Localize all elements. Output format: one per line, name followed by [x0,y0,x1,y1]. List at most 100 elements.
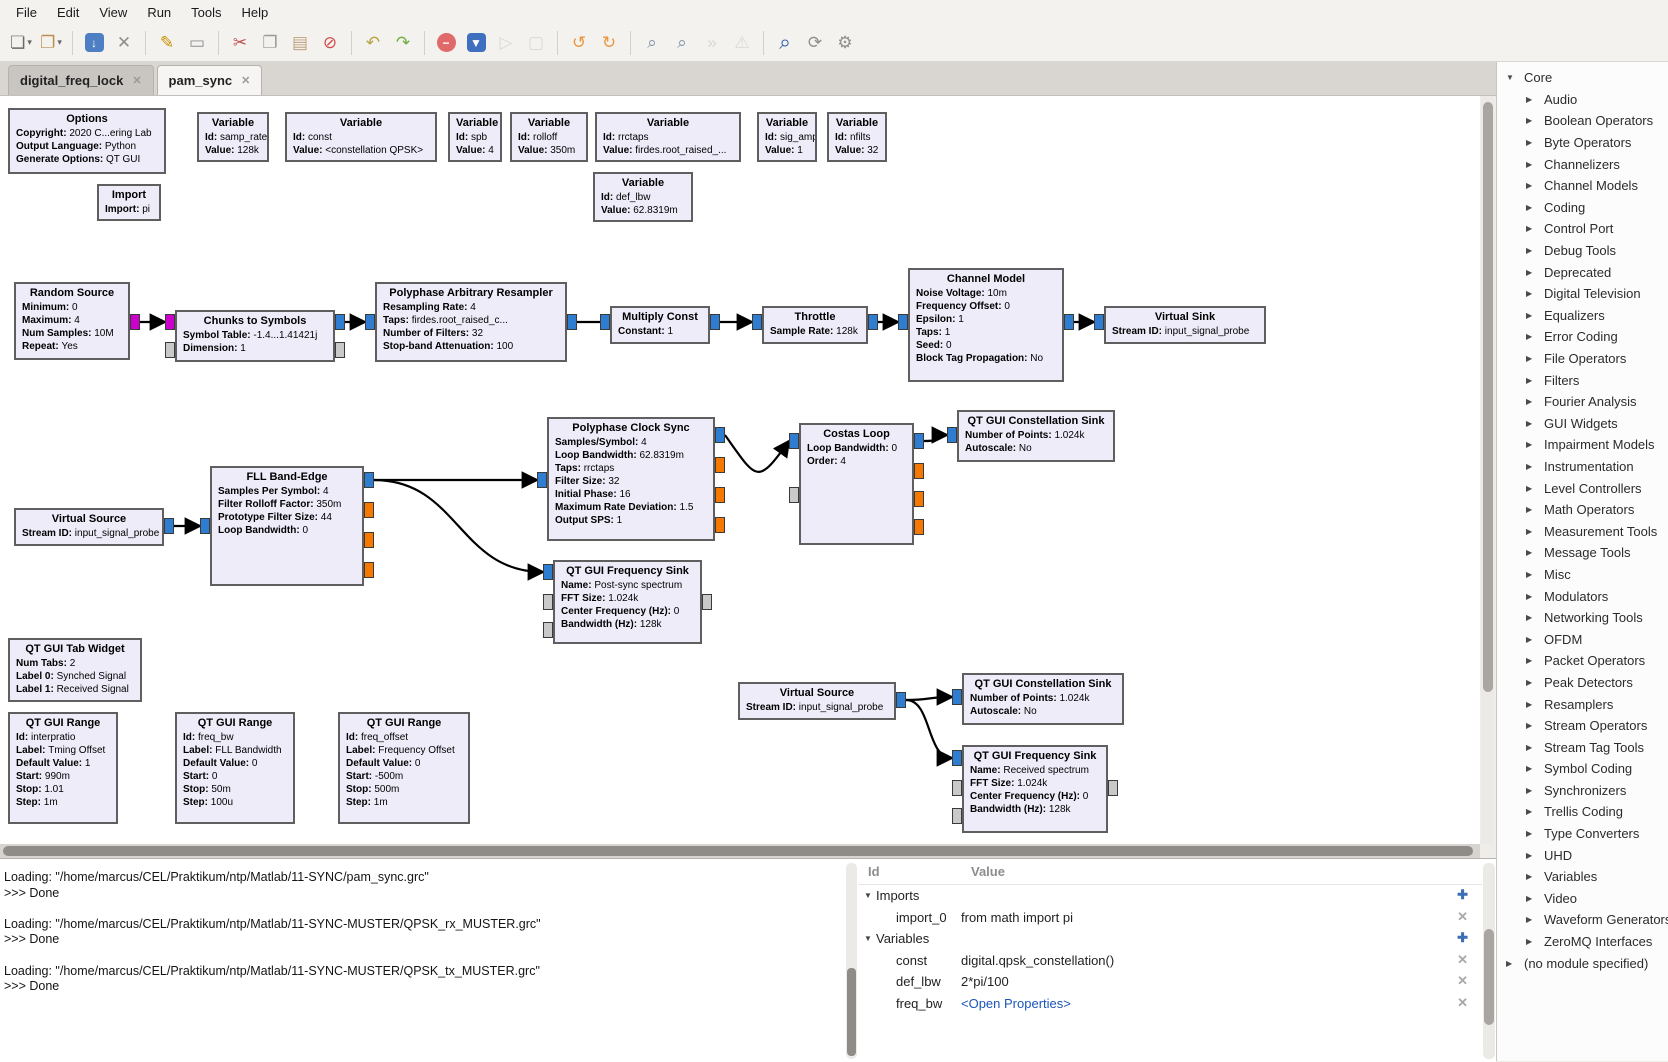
chevron-right-icon[interactable]: ▶ [1526,786,1535,795]
copy-button[interactable]: ❐ [255,28,285,58]
chevron-right-icon[interactable]: ▶ [1526,332,1535,341]
rotate-ccw-button[interactable]: ↺ [564,28,594,58]
screen-capture-button[interactable]: ▭ [182,28,212,58]
add-icon[interactable]: ✚ [1457,930,1468,946]
block-channel_model[interactable]: Channel ModelNoise Voltage: 10mFrequency… [908,268,1064,382]
remove-icon[interactable]: ✕ [1457,909,1468,925]
undo-button[interactable]: ↶ [358,28,388,58]
port-msg[interactable] [543,594,553,610]
tree-item-impairment-models[interactable]: ▶Impairment Models [1497,434,1668,456]
block-qt_const_sink_2[interactable]: QT GUI Constellation SinkNumber of Point… [962,673,1124,725]
remove-icon[interactable]: ✕ [1457,952,1468,968]
tree-item-networking-tools[interactable]: ▶Networking Tools [1497,607,1668,629]
tree-item-type-converters[interactable]: ▶Type Converters [1497,823,1668,845]
tree-item-debug-tools[interactable]: ▶Debug Tools [1497,240,1668,262]
tree-item-error-coding[interactable]: ▶Error Coding [1497,326,1668,348]
edit-notes-button[interactable]: ✎ [152,28,182,58]
variable-row-def_lbw[interactable]: def_lbw2*pi/100✕ [858,971,1482,993]
chevron-right-icon[interactable]: ▶ [1526,462,1535,471]
chevron-right-icon[interactable]: ▶ [1526,268,1535,277]
chevron-right-icon[interactable]: ▶ [1526,548,1535,557]
port-complex[interactable] [537,472,547,488]
port-msg[interactable] [165,342,175,358]
canvas-vertical-scrollbar[interactable] [1481,96,1494,844]
chevron-right-icon[interactable]: ▶ [1526,95,1535,104]
tree-item-zeromq-interfaces[interactable]: ▶ZeroMQ Interfaces [1497,931,1668,953]
port-complex[interactable] [710,314,720,330]
chevron-right-icon[interactable]: ▶ [1526,376,1535,385]
port-complex[interactable] [896,692,906,708]
tab-pam_sync[interactable]: pam_sync✕ [157,65,263,95]
delete-button[interactable]: ⊘ [315,28,345,58]
chevron-right-icon[interactable]: ▶ [1526,397,1535,406]
port-msg[interactable] [1108,780,1118,796]
chevron-down-icon[interactable]: ▼ [864,934,876,943]
tree-item-peak-detectors[interactable]: ▶Peak Detectors [1497,672,1668,694]
view-errors-button[interactable]: − [431,28,461,58]
chevron-down-icon[interactable]: ▼ [1506,73,1515,82]
tab-close-icon[interactable]: ✕ [241,74,250,87]
tree-item-boolean-operators[interactable]: ▶Boolean Operators [1497,110,1668,132]
port-float[interactable] [364,562,374,578]
tree-item-digital-television[interactable]: ▶Digital Television [1497,283,1668,305]
block-var_sig_amp[interactable]: VariableId: sig_ampValue: 1 [757,112,817,162]
chevron-right-icon[interactable]: ▶ [1526,894,1535,903]
chevron-right-icon[interactable]: ▶ [1526,311,1535,320]
block-range_freq_offset[interactable]: QT GUI RangeId: freq_offsetLabel: Freque… [338,712,470,824]
chevron-right-icon[interactable]: ▶ [1526,915,1535,924]
chevron-right-icon[interactable]: ▶ [1526,851,1535,860]
remove-icon[interactable]: ✕ [1457,995,1468,1011]
port-float[interactable] [914,491,924,507]
chevron-right-icon[interactable]: ▶ [1526,224,1535,233]
variable-value[interactable]: <Open Properties> [961,996,1071,1011]
tree-item-variables[interactable]: ▶Variables [1497,866,1668,888]
port-msg[interactable] [335,342,345,358]
menu-help[interactable]: Help [232,3,279,22]
wire[interactable] [906,700,952,758]
port-msg[interactable] [543,622,553,638]
chevron-right-icon[interactable]: ▶ [1526,484,1535,493]
tree-item-no-module-specified[interactable]: ▶ (no module specified) [1497,952,1668,974]
tree-item-equalizers[interactable]: ▶Equalizers [1497,305,1668,327]
port-byte[interactable] [165,314,175,330]
tree-item-packet-operators[interactable]: ▶Packet Operators [1497,650,1668,672]
tree-item-coding[interactable]: ▶Coding [1497,197,1668,219]
tree-item-video[interactable]: ▶Video [1497,888,1668,910]
tree-item-resamplers[interactable]: ▶Resamplers [1497,693,1668,715]
port-byte[interactable] [130,314,140,330]
chevron-right-icon[interactable]: ▶ [1526,807,1535,816]
chevron-right-icon[interactable]: ▶ [1526,289,1535,298]
tree-item-deprecated[interactable]: ▶Deprecated [1497,261,1668,283]
chevron-right-icon[interactable]: ▶ [1526,527,1535,536]
menu-view[interactable]: View [89,3,137,22]
block-virtual_source_2[interactable]: Virtual SourceStream ID: input_signal_pr… [738,682,896,720]
block-chunks_to_symbols[interactable]: Chunks to SymbolsSymbol Table: -1.4...1.… [175,310,335,362]
tree-item-stream-tag-tools[interactable]: ▶Stream Tag Tools [1497,736,1668,758]
chevron-right-icon[interactable]: ▶ [1526,721,1535,730]
block-random_source[interactable]: Random SourceMinimum: 0Maximum: 4Num Sam… [14,282,130,360]
menu-run[interactable]: Run [137,3,181,22]
chevron-right-icon[interactable]: ▶ [1526,743,1535,752]
tree-item-instrumentation[interactable]: ▶Instrumentation [1497,456,1668,478]
chevron-right-icon[interactable]: ▶ [1526,246,1535,255]
flowgraph-canvas[interactable]: OptionsCopyright: 2020 C...ering LabOutp… [0,96,1480,844]
port-complex[interactable] [789,433,799,449]
find-block-button[interactable]: ⌕ [770,28,800,58]
port-complex[interactable] [715,427,725,443]
variable-row-import_0[interactable]: import_0from math import pi✕ [858,907,1482,929]
port-float[interactable] [914,519,924,535]
chevron-right-icon[interactable]: ▶ [1526,635,1535,644]
chevron-right-icon[interactable]: ▶ [1526,505,1535,514]
port-float[interactable] [715,517,725,533]
console-scrollbar[interactable] [846,863,857,1059]
tree-item-channel-models[interactable]: ▶Channel Models [1497,175,1668,197]
menu-edit[interactable]: Edit [47,3,89,22]
tree-item-synchronizers[interactable]: ▶Synchronizers [1497,780,1668,802]
port-msg[interactable] [702,594,712,610]
block-import_pi[interactable]: ImportImport: pi [97,184,161,221]
port-float[interactable] [715,487,725,503]
block-range_interpratio[interactable]: QT GUI RangeId: interpratioLabel: Tming … [8,712,118,824]
port-msg[interactable] [789,487,799,503]
port-complex[interactable] [914,433,924,449]
menu-file[interactable]: File [6,3,47,22]
